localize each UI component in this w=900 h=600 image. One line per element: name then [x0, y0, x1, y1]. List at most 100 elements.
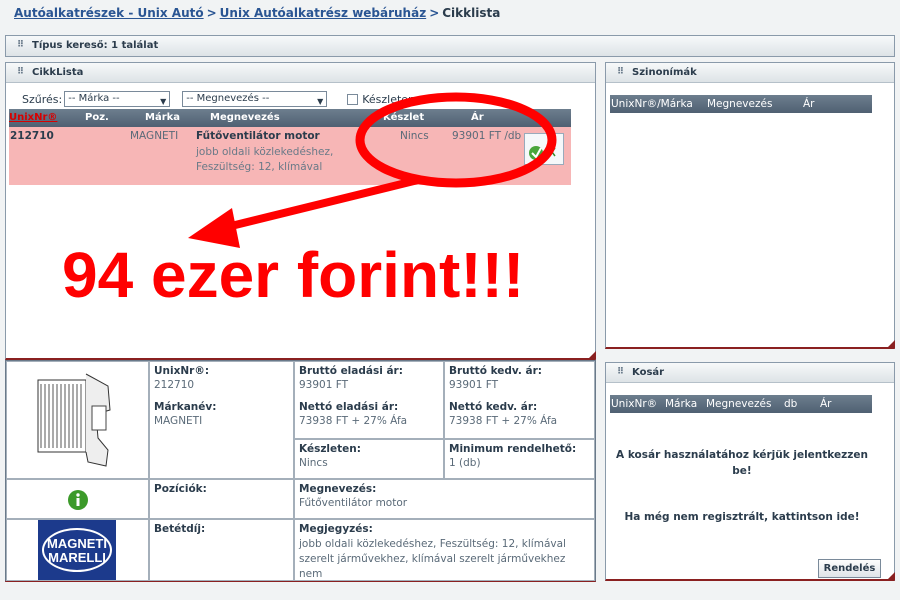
magneti-marelli-logo: MAGNETI MARELLI — [38, 520, 116, 580]
megnevezes-cell: Megnevezés: Fűtőventilátor motor — [294, 479, 595, 519]
grip-icon: ⠿ — [617, 67, 624, 77]
cart-col-db[interactable]: db — [784, 395, 797, 413]
szinonimak-header: ⠿ Szinonímák — [606, 63, 894, 83]
unixnr-label: UnixNr®: — [154, 365, 210, 377]
brutto-kedv-label: Bruttó kedv. ár: — [449, 365, 542, 377]
poziciok-cell: Pozíciók: — [149, 479, 294, 519]
kosar-panel: ⠿ Kosár UnixNr® Márka Megnevezés db Ár A… — [605, 362, 895, 581]
breadcrumb-link-home[interactable]: Autóalkatrészek - Unix Autó — [14, 6, 204, 20]
netto-eladasi-label: Nettó eladási ár: — [299, 401, 399, 413]
stock-checkbox[interactable] — [347, 93, 359, 105]
row-marka: MAGNETI — [130, 130, 179, 142]
logo-line1: MAGNETI — [47, 536, 107, 551]
brand-logo-cell: MAGNETI MARELLI — [6, 519, 149, 581]
keszleten-value: Nincs — [299, 457, 328, 469]
netto-kedv-value: 73938 FT + 27% Áfa — [449, 415, 558, 427]
breadcrumb-separator: > — [206, 6, 217, 20]
megjegyzes-value: jobb oldali közlekedéshez, Feszültség: 1… — [299, 538, 566, 580]
breadcrumb-separator: > — [429, 6, 440, 20]
annotation-text: 94 ezer forint!!! — [62, 239, 525, 311]
brutto-kedv-value: 93901 FT — [449, 379, 499, 391]
megjegyzes-label: Megjegyzés: — [299, 523, 373, 535]
netto-kedv-label: Nettó kedv. ár: — [449, 401, 538, 413]
brutto-eladasi-value: 93901 FT — [299, 379, 349, 391]
table-row[interactable]: 212710 MAGNETI Fűtőventilátor motor jobb… — [9, 127, 571, 185]
megnevezes-value: Fűtőventilátor motor — [299, 497, 408, 509]
cart-register-link[interactable]: Ha még nem regisztrált, kattintson ide! — [611, 511, 873, 523]
unixnr-cell: UnixNr®: 212710 Márkanév: MAGNETI — [149, 361, 294, 479]
betetdij-cell: Betétdíj: — [149, 519, 294, 581]
markanev-label: Márkanév: — [154, 401, 217, 413]
cikklista-title: CikkLista — [32, 67, 84, 78]
szinonimak-panel: ⠿ Szinonímák UnixNr®/Márka Megnevezés Ár — [605, 62, 895, 349]
row-desc-line1: jobb oldali közlekedéshez, — [196, 146, 334, 158]
filter-label: Szűrés: — [22, 92, 63, 106]
betetdij-label: Betétdíj: — [154, 523, 206, 535]
discount-price-cell: Bruttó kedv. ár: 93901 FT Nettó kedv. ár… — [444, 361, 595, 439]
cart-col-marka[interactable]: Márka — [665, 395, 697, 413]
markanev-value: MAGNETI — [154, 415, 203, 427]
row-megnevezes: Fűtőventilátor motor — [196, 130, 320, 142]
brand-select[interactable]: -- Márka -- ▼ — [64, 91, 171, 107]
breadcrumb-link-webshop[interactable]: Unix Autóalkatrész webáruház — [220, 6, 427, 20]
col-keszlet[interactable]: Készlet — [383, 112, 424, 123]
product-image[interactable] — [36, 366, 116, 474]
name-select-value: -- Megnevezés -- — [186, 93, 270, 104]
szinonimak-table-header: UnixNr®/Márka Megnevezés Ár — [610, 95, 872, 113]
order-button[interactable]: Rendelés — [818, 559, 881, 578]
unixnr-value: 212710 — [154, 379, 195, 391]
price-cell: Bruttó eladási ár: 93901 FT Nettó eladás… — [294, 361, 444, 439]
min-order-cell: Minimum rendelhető: 1 (db) — [444, 439, 595, 479]
szinonimak-title: Szinonímák — [632, 67, 697, 78]
type-search-header[interactable]: ⠿ Típus kereső: 1 találat — [6, 36, 894, 56]
kosar-title: Kosár — [632, 367, 665, 378]
panel-corner — [887, 572, 895, 580]
type-search-title: Típus kereső: 1 találat — [32, 40, 159, 51]
row-ar: 93901 FT /db — [452, 130, 522, 142]
grip-icon: ⠿ — [617, 367, 624, 377]
cart-col-ar[interactable]: Ár — [820, 395, 832, 413]
brand-select-value: -- Márka -- — [68, 93, 120, 104]
logo-line2: MARELLI — [48, 550, 106, 565]
row-keszlet: Nincs — [400, 130, 429, 142]
col-unixnr[interactable]: UnixNr® — [9, 112, 57, 123]
info-icon[interactable] — [67, 489, 89, 511]
col-megnevezes[interactable]: Megnevezés — [210, 112, 280, 123]
row-desc-line2: Feszültség: 12, klímával — [196, 161, 323, 173]
chevron-down-icon: ▼ — [160, 97, 167, 106]
cart-col-unixnr[interactable]: UnixNr® — [611, 395, 657, 413]
col-ar[interactable]: Ár — [471, 112, 484, 123]
stock-checkbox-label: Készleten: — [362, 92, 419, 106]
info-icon-cell — [6, 479, 149, 519]
min-order-value: 1 (db) — [449, 457, 481, 469]
breadcrumb-current: Cikklista — [442, 6, 501, 20]
chevron-down-icon: ▼ — [317, 97, 324, 106]
product-image-cell — [6, 361, 149, 479]
cart-col-megnevezes[interactable]: Megnevezés — [706, 395, 771, 413]
brutto-eladasi-label: Bruttó eladási ár: — [299, 365, 403, 377]
cart-login-message: A kosár használatához kérjük jelentkezze… — [616, 449, 868, 477]
add-to-cart-icon[interactable] — [524, 133, 564, 165]
panel-corner — [588, 351, 596, 359]
megnevezes-label: Megnevezés: — [299, 483, 377, 495]
detail-panel: MAGNETI MARELLI UnixNr®: 212710 Márkanév… — [5, 360, 596, 582]
syn-col-ar[interactable]: Ár — [803, 95, 815, 113]
type-search-panel: ⠿ Típus kereső: 1 találat — [5, 35, 895, 57]
grip-icon: ⠿ — [17, 67, 24, 77]
col-poz[interactable]: Poz. — [85, 112, 109, 123]
keszleten-label: Készleten: — [299, 443, 361, 455]
col-marka[interactable]: Márka — [145, 112, 180, 123]
breadcrumb: Autóalkatrészek - Unix Autó > Unix Autóalk… — [14, 6, 500, 20]
syn-col-megnevezes[interactable]: Megnevezés — [707, 95, 772, 113]
grip-icon: ⠿ — [17, 40, 24, 50]
row-unixnr: 212710 — [10, 130, 54, 142]
netto-eladasi-value: 73938 FT + 27% Áfa — [299, 415, 408, 427]
name-select[interactable]: -- Megnevezés -- ▼ — [182, 91, 328, 107]
syn-col-unixnr-marka[interactable]: UnixNr®/Márka — [611, 95, 693, 113]
kosar-header: ⠿ Kosár — [606, 363, 894, 383]
poziciok-label: Pozíciók: — [154, 483, 207, 495]
stock-cell: Készleten: Nincs — [294, 439, 444, 479]
kosar-table-header: UnixNr® Márka Megnevezés db Ár — [610, 395, 872, 413]
megjegyzes-cell: Megjegyzés: jobb oldali közlekedéshez, F… — [294, 519, 595, 581]
filter-row: Szűrés: -- Márka -- ▼ -- Megnevezés -- ▼… — [22, 90, 419, 108]
